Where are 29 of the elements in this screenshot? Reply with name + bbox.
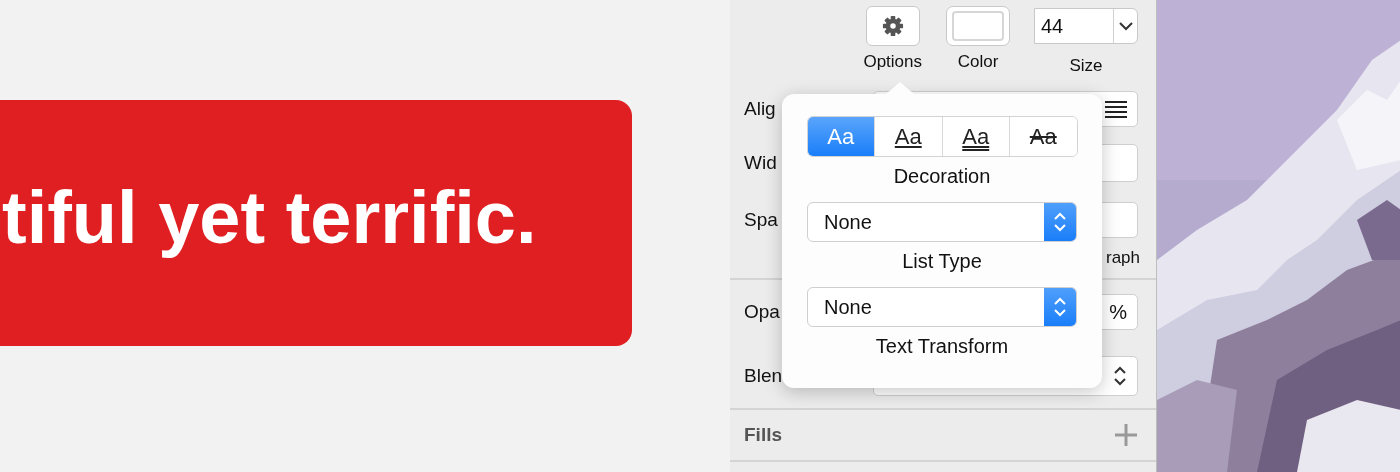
text-transform-select[interactable]: None (807, 287, 1077, 327)
justify-icon (1105, 100, 1127, 118)
decoration-option[interactable]: Aa (1009, 117, 1077, 156)
row-label: Wid (744, 152, 777, 174)
row-label: Opa (744, 301, 780, 323)
text-transform-label: Text Transform (875, 335, 1009, 358)
fills-title: Fills (744, 424, 782, 446)
list-type-label: List Type (902, 250, 982, 273)
stepper-icon (1053, 210, 1067, 234)
color-swatch (952, 11, 1004, 41)
tool-label: Color (957, 52, 999, 72)
add-icon[interactable] (1114, 423, 1138, 447)
tool-label: Size (1069, 56, 1103, 76)
spacing-sublabel: raph (1105, 248, 1140, 269)
decoration-label: Decoration (893, 165, 991, 188)
list-type-select[interactable]: None (807, 202, 1077, 242)
stepper-icon (1053, 295, 1067, 319)
color-button[interactable] (946, 6, 1010, 46)
size-combo[interactable]: 44 (1034, 8, 1138, 44)
row-label: Alig (744, 98, 776, 120)
options-button[interactable] (865, 6, 920, 46)
tool-label: Options (863, 52, 922, 72)
row-label: Blen (744, 365, 783, 387)
caret-icon (1118, 21, 1133, 31)
opacity-value: % (1109, 300, 1127, 324)
row-label: Spa (744, 209, 778, 231)
settings-icon (881, 15, 904, 37)
banner-text: tiful yet terrific. (2, 174, 537, 261)
stepper-icon (1113, 364, 1127, 388)
